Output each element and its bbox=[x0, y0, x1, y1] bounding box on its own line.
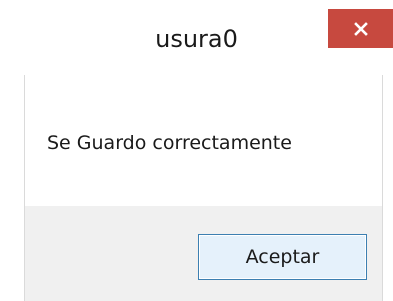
window-frame-left bbox=[0, 75, 24, 301]
message-dialog: usura0 Se Guardo correctamente Aceptar bbox=[0, 0, 393, 301]
message-text: Se Guardo correctamente bbox=[47, 132, 292, 154]
ok-button[interactable]: Aceptar bbox=[198, 234, 367, 280]
button-panel: Aceptar bbox=[24, 206, 383, 301]
close-icon bbox=[353, 21, 368, 36]
message-area: Se Guardo correctamente bbox=[24, 75, 383, 206]
window-frame-right bbox=[383, 75, 393, 301]
close-button[interactable] bbox=[328, 9, 393, 48]
title-bar[interactable]: usura0 bbox=[0, 0, 393, 75]
